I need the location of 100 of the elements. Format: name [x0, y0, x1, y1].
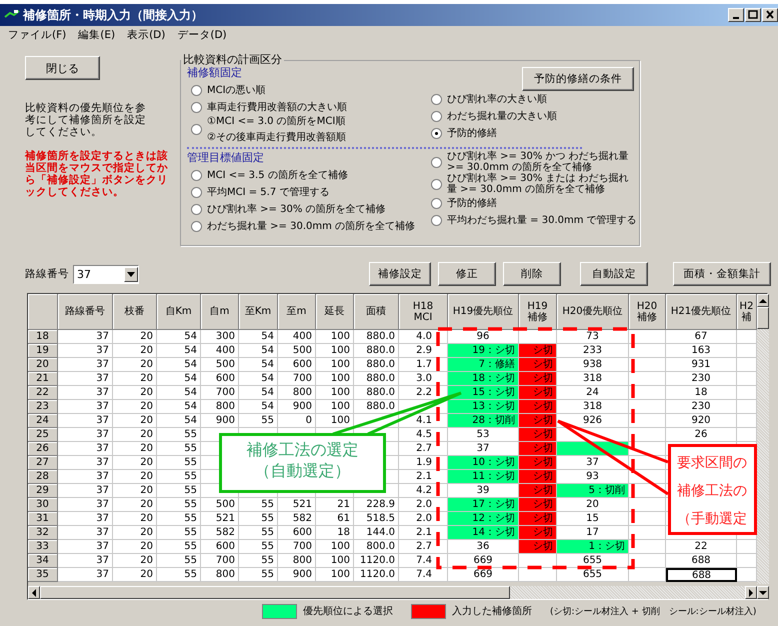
row-header: 28	[28, 470, 58, 484]
column-header: H21優先順位	[666, 294, 737, 330]
column-header: H19優先順位	[448, 294, 519, 330]
table-cell: 17：シ切	[448, 498, 519, 512]
group-title: 比較資料の計画区分	[182, 54, 283, 66]
column-header: H19 補修	[519, 294, 557, 330]
callout-text: （手動選定	[677, 512, 747, 526]
table-cell: 10：シ切	[448, 456, 519, 470]
table-cell: 1：シ切	[557, 540, 629, 554]
column-header: 枝番	[113, 294, 157, 330]
row-header: 21	[28, 372, 58, 386]
route-label: 路線番号	[25, 267, 69, 281]
legend-note: (シ切:シール材注入 + 切削 シール:シール材注入)	[550, 606, 756, 618]
table-cell: 19：シ切	[448, 344, 519, 358]
table-cell: 669	[448, 568, 519, 582]
radio-label: ひび割れ率 >= 30% かつ わだち掘れ量 >= 30.0mm の箇所を全て補修	[447, 151, 630, 173]
radio-label: ひび割れ率 >= 30% の箇所を全て補修	[207, 204, 386, 215]
hint-text: 比較資料の優先順位を参考にして補修箇所を設定してください。	[25, 102, 147, 138]
row-header: 29	[28, 484, 58, 498]
radio-label: 平均わだち掘れ量 = 30.0mm で管理する	[447, 215, 637, 226]
table-cell: シ切	[519, 372, 557, 386]
callout-text: 要求区間の	[677, 456, 747, 470]
table-cell: シ切	[519, 498, 557, 512]
row-header: 22	[28, 386, 58, 400]
row-header: 33	[28, 540, 58, 554]
table-cell: 655	[557, 568, 629, 582]
section-title: 補修額固定	[187, 66, 242, 80]
radio-label: 予防的修繕	[447, 128, 498, 139]
column-header: 自m	[201, 294, 239, 330]
table-cell: 15：シ切	[448, 386, 519, 400]
column-header: 面積	[354, 294, 399, 330]
radio-label: ひび割れ率 >= 30% または わだち掘れ量 >= 30.0mm の箇所を全て補修	[447, 173, 630, 195]
table-cell: 20	[113, 568, 157, 582]
column-header: H18 MCI	[399, 294, 448, 330]
row-header: 27	[28, 456, 58, 470]
table-cell: シ切	[519, 484, 557, 498]
section-title: 管理目標値固定	[187, 151, 264, 165]
legend-label: 優先順位による選択	[303, 604, 393, 618]
table-cell: 55	[157, 568, 201, 582]
row-header: 35	[28, 568, 58, 582]
row-header: 18	[28, 330, 58, 344]
table-cell: 5：切削	[557, 484, 629, 498]
column-header: 至m	[278, 294, 316, 330]
table-cell: シ切	[519, 344, 557, 358]
table-cell: シ切	[519, 456, 557, 470]
row-header: 25	[28, 428, 58, 442]
table-cell: 7：修繕	[448, 358, 519, 372]
table-cell: シ切	[519, 442, 557, 456]
table-cell: 1120.0	[354, 568, 399, 582]
table-cell: 37	[58, 568, 113, 582]
table-cell: 18：シ切	[448, 372, 519, 386]
table-cell: シ切	[519, 470, 557, 484]
table-cell: シ切	[519, 358, 557, 372]
column-header: H20 補修	[629, 294, 666, 330]
row-header: 26	[28, 442, 58, 456]
row-header: 20	[28, 358, 58, 372]
table-cell: 688	[666, 568, 737, 582]
table-cell: シ切	[519, 526, 557, 540]
column-header: 自Km	[157, 294, 201, 330]
radio-label: 平均MCI = 5.7 で管理する	[207, 187, 330, 198]
column-header: 路線番号	[58, 294, 113, 330]
legend-label: 入力した補修箇所	[452, 604, 532, 618]
table-cell: 12：シ切	[448, 512, 519, 526]
radio-label: わだち掘れ量の大きい順	[447, 111, 558, 122]
table-cell: 55	[239, 568, 278, 582]
table-cell: 11：シ切	[448, 470, 519, 484]
row-header: 24	[28, 414, 58, 428]
radio-label: MCI <= 3.5 の箇所を全て補修	[207, 170, 348, 181]
radio-label: ひび割れ率の大きい順	[447, 94, 548, 105]
radio-label: 車両走行費用改善額の大きい順	[207, 102, 347, 113]
table-cell: シ切	[519, 512, 557, 526]
table-cell: シ切	[519, 428, 557, 442]
column-header: 至Km	[239, 294, 278, 330]
radio-label: MCIの悪い順	[207, 85, 266, 96]
table-cell: シ切	[519, 386, 557, 400]
table-cell: 688	[666, 554, 737, 568]
row-header: 34	[28, 554, 58, 568]
table-cell: 800	[201, 568, 239, 582]
row-header: 32	[28, 526, 58, 540]
window-title: 補修箇所・時期入力（間接入力）	[23, 6, 203, 24]
table-cell: シ切	[519, 400, 557, 414]
table-cell: 7.4	[399, 568, 448, 582]
row-header: 30	[28, 498, 58, 512]
row-header: 23	[28, 400, 58, 414]
radio-label: 予防的修繕	[447, 198, 498, 209]
radio-label: ①MCI <= 3.0 の箇所をMCI順	[207, 116, 346, 127]
radio-label: わだち掘れ量 >= 30.0mm の箇所を全て補修	[207, 221, 416, 232]
table-cell: 14：シ切	[448, 526, 519, 540]
row-header: 31	[28, 512, 58, 526]
table-cell: 900	[278, 568, 316, 582]
radio-label: ②その後車両走行費用改善額順	[207, 132, 346, 143]
row-header: 19	[28, 344, 58, 358]
warning-text: 補修箇所を設定するときは該当区間をマウスで指定してから「補修設定」ボタンをクリックしてください。	[25, 150, 169, 198]
table-cell: 13：シ切	[448, 400, 519, 414]
column-header: H2 補	[737, 294, 757, 330]
table-cell: シ切	[519, 414, 557, 428]
table-cell: シ切	[519, 540, 557, 554]
column-header: H20優先順位	[557, 294, 629, 330]
table-cell: 28：切削	[448, 414, 519, 428]
column-header: 延長	[316, 294, 354, 330]
